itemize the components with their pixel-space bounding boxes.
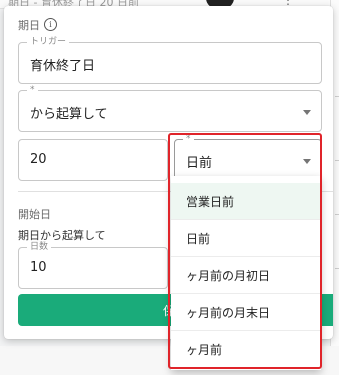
menu-item-label: ヶ月前の月初日 [186,269,271,283]
side-tick [335,268,339,269]
offset-unit-label: * [183,133,194,145]
offset-unit-value: 日前 [186,156,213,171]
info-icon[interactable]: i [44,18,57,31]
start-days-label: 日数 [27,241,52,253]
menu-item-month-end-before[interactable]: ヶ月前の月末日 [171,294,321,330]
offset-unit-menu: 営業日前 日前 ヶ月前の月初日 ヶ月前の月末日 ヶ月前 [171,176,321,370]
offset-unit-select[interactable]: * 日前 [174,133,322,181]
offset-amount-input[interactable]: 20 [18,139,168,181]
menu-item-label: 営業日前 [186,195,235,209]
offset-amount-value: 20 [30,152,47,167]
menu-item-label: ヶ月前の月末日 [186,306,271,320]
trigger-field-label: トリガー [27,36,70,48]
start-days-value: 10 [30,260,47,275]
menu-item-month-start-before[interactable]: ヶ月前の月初日 [171,257,321,293]
side-tick [335,96,339,97]
side-tick [335,214,339,215]
menu-item-months-before[interactable]: ヶ月前 [171,331,321,367]
calc-basis-label: * [27,84,38,96]
calc-basis-select[interactable]: * から起算して [18,84,322,132]
trigger-field-value: 育休終了日 [30,59,96,74]
start-days-input[interactable]: 日数 10 [18,241,168,289]
start-date-section-label: 開始日 [18,208,51,221]
chevron-down-icon [303,159,311,164]
menu-item-business-days-before[interactable]: 営業日前 [171,183,321,219]
trigger-field[interactable]: トリガー 育休終了日 [18,36,322,84]
side-tick [335,160,339,161]
menu-item-days-before[interactable]: 日前 [171,220,321,256]
menu-item-label: 日前 [186,232,211,246]
calc-basis-value: から起算して [30,107,108,122]
menu-item-label: ヶ月前 [186,343,223,357]
deadline-section-label: 期日 [18,19,40,32]
chevron-down-icon [303,110,311,115]
